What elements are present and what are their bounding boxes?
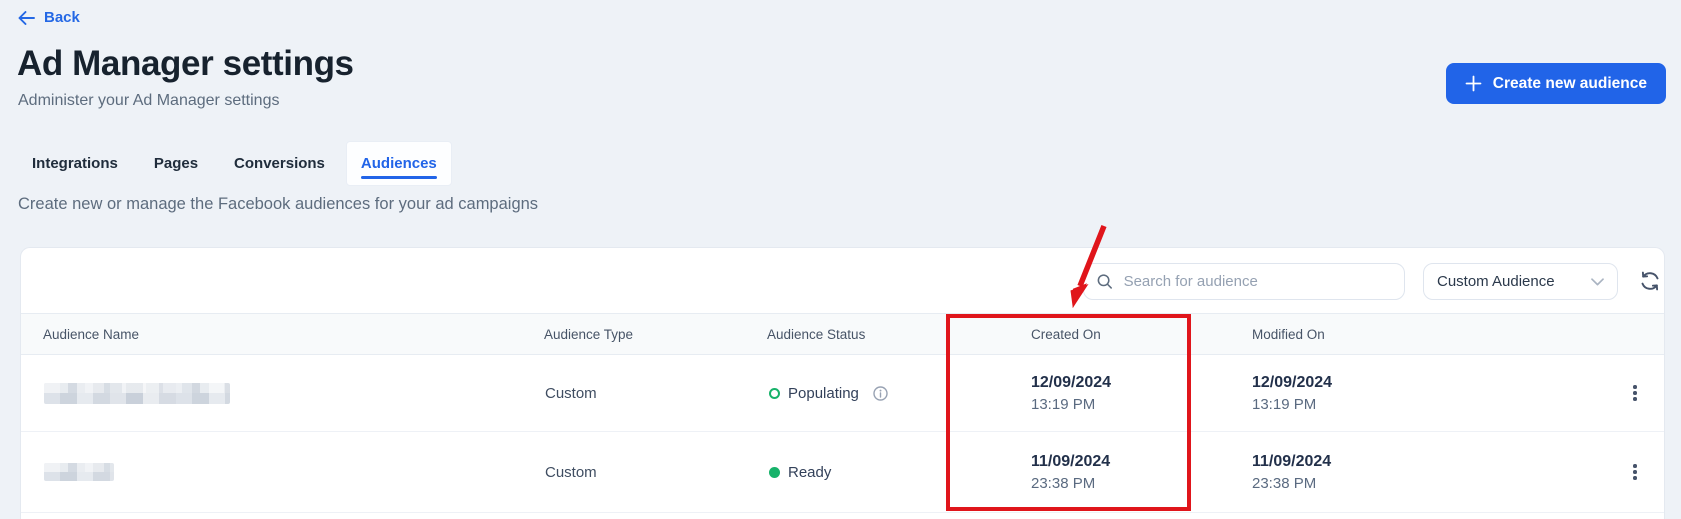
table-row: Custom Populating 12/09/2024 13:19 PM 12…	[21, 355, 1664, 432]
search-box[interactable]	[1083, 263, 1405, 300]
audience-name-cell	[21, 382, 522, 404]
page-subtitle: Administer your Ad Manager settings	[18, 92, 280, 109]
plus-icon	[1465, 75, 1482, 92]
ready-status-icon	[769, 466, 780, 478]
modified-on-cell: 11/09/2024 23:38 PM	[1190, 450, 1606, 495]
table-row: Custom Ready 11/09/2024 23:38 PM 11/09/2…	[21, 432, 1664, 513]
created-date: 11/09/2024	[1031, 452, 1111, 470]
audience-name-cell	[21, 463, 522, 481]
populating-status-icon	[769, 387, 780, 399]
column-header-audience-type: Audience Type	[544, 326, 634, 342]
row-actions-menu-button[interactable]	[1627, 458, 1643, 486]
status-label: Populating	[788, 384, 859, 402]
create-button-label: Create new audience	[1492, 74, 1647, 92]
tab-description: Create new or manage the Facebook audien…	[18, 195, 539, 213]
tab-pages[interactable]: Pages	[139, 141, 213, 186]
search-icon	[1097, 274, 1112, 289]
audience-status-cell: Ready	[745, 464, 947, 481]
info-icon[interactable]	[873, 385, 888, 401]
created-on-cell: 11/09/2024 23:38 PM	[947, 450, 1190, 495]
page-title: Ad Manager settings	[17, 44, 354, 83]
modified-time: 23:38 PM	[1252, 474, 1317, 492]
column-header-audience-name: Audience Name	[43, 326, 140, 342]
column-header-modified-on: Modified On	[1252, 326, 1325, 342]
tab-conversions[interactable]: Conversions	[219, 141, 340, 186]
created-time: 23:38 PM	[1031, 474, 1096, 492]
modified-time: 13:19 PM	[1252, 395, 1317, 413]
redacted-audience-name	[44, 382, 230, 404]
tab-bar: Integrations Pages Conversions Audiences	[17, 141, 452, 186]
back-link[interactable]: Back	[18, 9, 80, 26]
column-header-audience-status: Audience Status	[767, 326, 866, 342]
audience-status-cell: Populating	[745, 385, 947, 402]
created-on-cell: 12/09/2024 13:19 PM	[947, 371, 1190, 416]
table-toolbar: Custom Audience	[21, 248, 1664, 313]
created-time: 13:19 PM	[1031, 395, 1096, 413]
tab-integrations[interactable]: Integrations	[17, 141, 133, 186]
chevron-down-icon	[1591, 277, 1604, 285]
back-label: Back	[44, 9, 80, 26]
tab-audiences[interactable]: Audiences	[345, 141, 452, 186]
refresh-icon	[1641, 271, 1659, 291]
partial-next-row	[21, 513, 1664, 519]
row-actions-menu-button[interactable]	[1627, 379, 1643, 407]
audiences-table-card: Custom Audience Audience Name Audience T…	[20, 247, 1665, 519]
table-header-row: Audience Name Audience Type Audience Sta…	[21, 313, 1664, 355]
back-arrow-icon	[18, 10, 35, 25]
column-header-created-on: Created On	[1031, 326, 1101, 342]
modified-date: 11/09/2024	[1252, 452, 1332, 470]
create-new-audience-button[interactable]: Create new audience	[1445, 63, 1666, 104]
created-date: 12/09/2024	[1031, 373, 1112, 391]
modified-on-cell: 12/09/2024 13:19 PM	[1190, 371, 1606, 416]
modified-date: 12/09/2024	[1252, 373, 1333, 391]
audience-type-filter[interactable]: Custom Audience	[1423, 263, 1618, 300]
refresh-button[interactable]	[1637, 269, 1663, 295]
search-input[interactable]	[1121, 272, 1391, 291]
status-label: Ready	[788, 463, 832, 481]
audience-type-cell: Custom	[545, 463, 597, 481]
filter-selected-value: Custom Audience	[1437, 273, 1555, 290]
redacted-audience-name	[44, 463, 114, 481]
audience-type-cell: Custom	[545, 384, 597, 402]
